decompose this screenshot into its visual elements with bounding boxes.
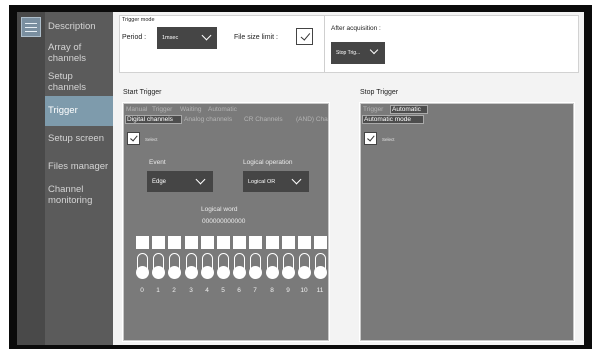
period-label: Period : — [122, 34, 147, 41]
file-size-limit-label: File size limit : — [234, 34, 278, 41]
bit-toggle-knob[interactable] — [249, 266, 262, 279]
chevron-down-icon — [369, 45, 379, 55]
stop-select-checkbox[interactable] — [364, 132, 377, 145]
start-select-label: Select — [145, 137, 158, 142]
sidebar-item-channel-monitoring[interactable]: Channel monitoring — [45, 184, 113, 206]
tab-digital-channels[interactable]: Digital channels — [125, 115, 182, 124]
logical-operation-value: Logical OR — [248, 178, 276, 185]
bit-number: 0 — [140, 287, 144, 294]
period-value: 1msec — [162, 35, 179, 41]
file-size-limit-checkbox[interactable] — [296, 28, 313, 45]
tab-and-channels[interactable]: (AND) Chann — [295, 115, 328, 124]
bit-checkbox[interactable] — [185, 236, 198, 249]
sidebar-item-setup-channels[interactable]: Setup channels — [45, 71, 113, 93]
bit-checkbox[interactable] — [282, 236, 295, 249]
bit-checkbox[interactable] — [152, 236, 165, 249]
start-trigger-panel: Manual Trigger Waiting Automatic Digital… — [122, 102, 330, 342]
logical-word-value: 000000000000 — [202, 218, 246, 225]
event-select[interactable]: Edge — [147, 171, 213, 192]
bit-number: 1 — [156, 287, 160, 294]
bit-checkbox[interactable] — [201, 236, 214, 249]
bit-toggle-knob[interactable] — [136, 266, 149, 279]
bit-number: 6 — [237, 287, 241, 294]
bit-checkbox[interactable] — [249, 236, 262, 249]
event-value: Edge — [152, 178, 167, 185]
event-label: Event — [149, 159, 166, 166]
trigger-mode-title: Trigger mode — [122, 17, 155, 23]
chevron-down-icon — [291, 174, 302, 185]
automatic-mode-tab[interactable]: Automatic mode — [362, 115, 424, 124]
hamburger-menu-icon[interactable] — [21, 17, 41, 37]
logical-word-label: Logical word — [201, 206, 238, 213]
sidebar-gutter — [17, 12, 45, 345]
bit-checkbox[interactable] — [168, 236, 181, 249]
bit-toggle-knob[interactable] — [201, 266, 214, 279]
bit-toggle-knob[interactable] — [233, 266, 246, 279]
stop-select-label: Select — [382, 137, 395, 142]
bit-checkbox[interactable] — [233, 236, 246, 249]
bit-number: 5 — [221, 287, 225, 294]
bit-checkbox[interactable] — [314, 236, 327, 249]
app-screen: Description Array of channels Setup chan… — [17, 12, 584, 345]
bit-number: 3 — [189, 287, 193, 294]
bit-checkbox[interactable] — [266, 236, 279, 249]
logical-operation-select[interactable]: Logical OR — [243, 171, 309, 192]
tab-cr-channels[interactable]: CR Channels — [243, 115, 294, 124]
after-acquisition-select[interactable]: Stop Trig... — [331, 42, 385, 64]
bit-toggle-knob[interactable] — [282, 266, 295, 279]
sidebar-item-array-of-channels[interactable]: Array of channels — [45, 42, 113, 64]
sidebar-item-setup-screen[interactable]: Setup screen — [45, 133, 113, 144]
bit-toggle-knob[interactable] — [185, 266, 198, 279]
tab-automatic[interactable]: Automatic — [207, 105, 245, 114]
bit-checkbox[interactable] — [136, 236, 149, 249]
divider — [324, 16, 325, 72]
trigger-mode-panel: Trigger mode Period : 1msec File size li… — [119, 15, 579, 73]
tab-manual[interactable]: Manual — [125, 105, 150, 114]
after-acquisition-value: Stop Trig... — [336, 50, 361, 56]
bit-number: 4 — [205, 287, 209, 294]
bit-toggle-knob[interactable] — [266, 266, 279, 279]
chevron-down-icon — [201, 30, 212, 41]
tab-analog-channels[interactable]: Analog channels — [183, 115, 242, 124]
sidebar: Description Array of channels Setup chan… — [17, 12, 113, 345]
bit-toggle-knob[interactable] — [314, 266, 327, 279]
bit-toggle-knob[interactable] — [217, 266, 230, 279]
chevron-down-icon — [195, 174, 206, 185]
period-select[interactable]: 1msec — [157, 27, 217, 49]
tab-stop-trigger[interactable]: Trigger — [362, 105, 389, 114]
sidebar-item-description[interactable]: Description — [45, 21, 113, 32]
tab-waiting[interactable]: Waiting — [179, 105, 206, 114]
bit-number: 2 — [172, 287, 176, 294]
bit-toggle-knob[interactable] — [152, 266, 165, 279]
sidebar-item-trigger[interactable]: Trigger — [45, 96, 113, 126]
tab-trigger[interactable]: Trigger — [151, 105, 178, 114]
bit-checkbox[interactable] — [298, 236, 311, 249]
after-acquisition-label: After acquisition : — [331, 25, 381, 32]
bit-number: 7 — [253, 287, 257, 294]
bit-number: 8 — [270, 287, 274, 294]
sidebar-item-files-manager[interactable]: Files manager — [45, 161, 113, 172]
bit-number: 10 — [300, 287, 308, 294]
bit-number: 11 — [316, 287, 324, 294]
start-select-checkbox[interactable] — [127, 132, 140, 145]
bit-toggle-knob[interactable] — [168, 266, 181, 279]
stop-trigger-title: Stop Trigger — [360, 89, 399, 96]
bit-checkbox[interactable] — [217, 236, 230, 249]
start-trigger-title: Start Trigger — [123, 89, 162, 96]
logical-operation-label: Logical operation — [243, 159, 293, 166]
bit-number: 9 — [286, 287, 290, 294]
tab-stop-automatic[interactable]: Automatic — [390, 105, 428, 114]
bit-toggle-knob[interactable] — [298, 266, 311, 279]
stop-trigger-panel: Trigger Automatic Automatic mode Select — [359, 102, 575, 342]
